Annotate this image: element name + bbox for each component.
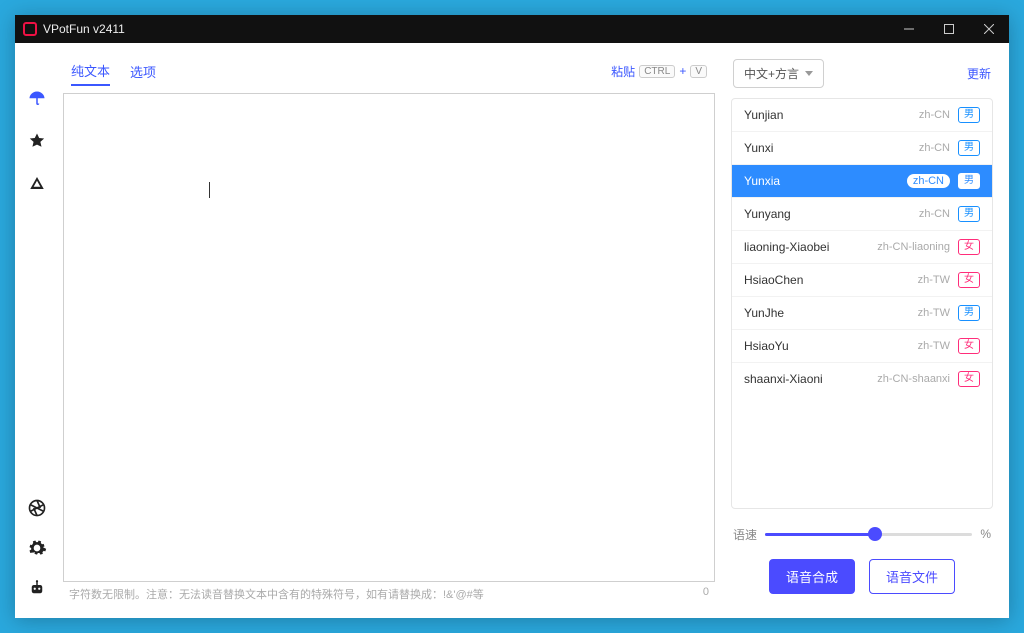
robot-icon[interactable] — [27, 578, 47, 598]
umbrella-icon[interactable] — [27, 89, 47, 109]
button-row: 语音合成 语音文件 — [731, 555, 993, 602]
voice-locale: zh-TW — [918, 340, 950, 352]
language-filter[interactable]: 中文+方言 — [733, 59, 824, 88]
filter-row: 中文+方言 更新 — [731, 55, 993, 98]
gender-badge: 男 — [958, 206, 980, 222]
gender-badge: 女 — [958, 239, 980, 255]
slider-unit: % — [980, 527, 991, 541]
paste-label: 粘贴 — [611, 63, 635, 80]
voice-name: shaanxi-Xiaoni — [744, 372, 877, 386]
text-cursor — [209, 182, 210, 198]
voice-locale: zh-CN-liaoning — [877, 241, 950, 253]
voice-locale: zh-CN — [919, 142, 950, 154]
voice-name: HsiaoChen — [744, 273, 918, 287]
right-pane: 中文+方言 更新 Yunjianzh-CN男Yunxizh-CN男Yunxiaz… — [731, 55, 993, 602]
maximize-button[interactable] — [929, 15, 969, 43]
main-area: 纯文本 选项 粘贴 CTRL + V 字符数无限制。注意：无法读音替换文本中含有… — [59, 43, 1009, 618]
window-body: 纯文本 选项 粘贴 CTRL + V 字符数无限制。注意：无法读音替换文本中含有… — [15, 43, 1009, 618]
filter-label: 中文+方言 — [744, 65, 799, 82]
triangle-icon[interactable] — [27, 173, 47, 193]
voice-item[interactable]: Yunyangzh-CN 男 — [732, 198, 992, 231]
tabs-row: 纯文本 选项 粘贴 CTRL + V — [63, 55, 715, 87]
voice-name: Yunxia — [744, 174, 907, 188]
voice-locale: zh-CN-shaanxi — [877, 373, 950, 385]
voice-locale: zh-CN — [919, 109, 950, 121]
star-icon[interactable] — [27, 131, 47, 151]
voice-name: Yunyang — [744, 207, 919, 221]
refresh-link[interactable]: 更新 — [967, 65, 991, 82]
kbd-plus: + — [679, 64, 686, 78]
voice-name: HsiaoYu — [744, 339, 918, 353]
close-button[interactable] — [969, 15, 1009, 43]
voice-locale: zh-CN — [919, 208, 950, 220]
save-file-button[interactable]: 语音文件 — [869, 559, 955, 594]
app-window: VPotFun v2411 — [15, 15, 1009, 618]
voice-item[interactable]: Yunxiazh-CN 男 — [732, 165, 992, 198]
speed-slider-row: 语速 % — [731, 521, 993, 555]
voice-item[interactable]: YunJhezh-TW 男 — [732, 297, 992, 330]
window-title: VPotFun v2411 — [43, 22, 125, 36]
voice-item[interactable]: liaoning-Xiaobeizh-CN-liaoning 女 — [732, 231, 992, 264]
speed-slider[interactable] — [765, 525, 972, 543]
tab-options[interactable]: 选项 — [130, 58, 156, 85]
aperture-icon[interactable] — [27, 498, 47, 518]
kbd-ctrl: CTRL — [639, 65, 675, 78]
gender-badge: 男 — [958, 173, 980, 189]
chevron-down-icon — [805, 71, 813, 76]
voice-name: Yunxi — [744, 141, 919, 155]
hint-row: 字符数无限制。注意：无法读音替换文本中含有的特殊符号，如有请替换成：!&'@#等… — [63, 582, 715, 602]
voice-item[interactable]: Yunjianzh-CN 男 — [732, 99, 992, 132]
gender-badge: 男 — [958, 305, 980, 321]
title-bar[interactable]: VPotFun v2411 — [15, 15, 1009, 43]
gender-badge: 女 — [958, 272, 980, 288]
hint-text: 字符数无限制。注意：无法读音替换文本中含有的特殊符号，如有请替换成：!&'@#等 — [69, 586, 484, 602]
voice-locale: zh-TW — [918, 307, 950, 319]
voice-item[interactable]: HsiaoYuzh-TW 女 — [732, 330, 992, 363]
minimize-button[interactable] — [889, 15, 929, 43]
voice-item[interactable]: HsiaoChenzh-TW 女 — [732, 264, 992, 297]
editor-pane: 纯文本 选项 粘贴 CTRL + V 字符数无限制。注意：无法读音替换文本中含有… — [63, 55, 715, 602]
voice-locale: zh-TW — [918, 274, 950, 286]
slider-label: 语速 — [733, 526, 757, 543]
voice-item[interactable]: Yunxizh-CN 男 — [732, 132, 992, 165]
app-icon — [23, 22, 37, 36]
text-input[interactable] — [63, 93, 715, 582]
synthesize-button[interactable]: 语音合成 — [769, 559, 855, 594]
paste-hint[interactable]: 粘贴 CTRL + V — [611, 63, 707, 80]
gender-badge: 男 — [958, 107, 980, 123]
voice-list[interactable]: Yunjianzh-CN男Yunxizh-CN男Yunxiazh-CN男Yuny… — [731, 98, 993, 509]
char-count: 0 — [703, 586, 709, 602]
voice-item[interactable]: shaanxi-Xiaonizh-CN-shaanxi 女 — [732, 363, 992, 395]
gear-icon[interactable] — [27, 538, 47, 558]
voice-name: liaoning-Xiaobei — [744, 240, 877, 254]
tab-text[interactable]: 纯文本 — [71, 57, 110, 86]
gender-badge: 男 — [958, 140, 980, 156]
voice-name: YunJhe — [744, 306, 918, 320]
gender-badge: 女 — [958, 338, 980, 354]
voice-name: Yunjian — [744, 108, 919, 122]
voice-locale: zh-CN — [907, 174, 950, 188]
kbd-v: V — [690, 65, 707, 78]
sidebar — [15, 43, 59, 618]
gender-badge: 女 — [958, 371, 980, 387]
